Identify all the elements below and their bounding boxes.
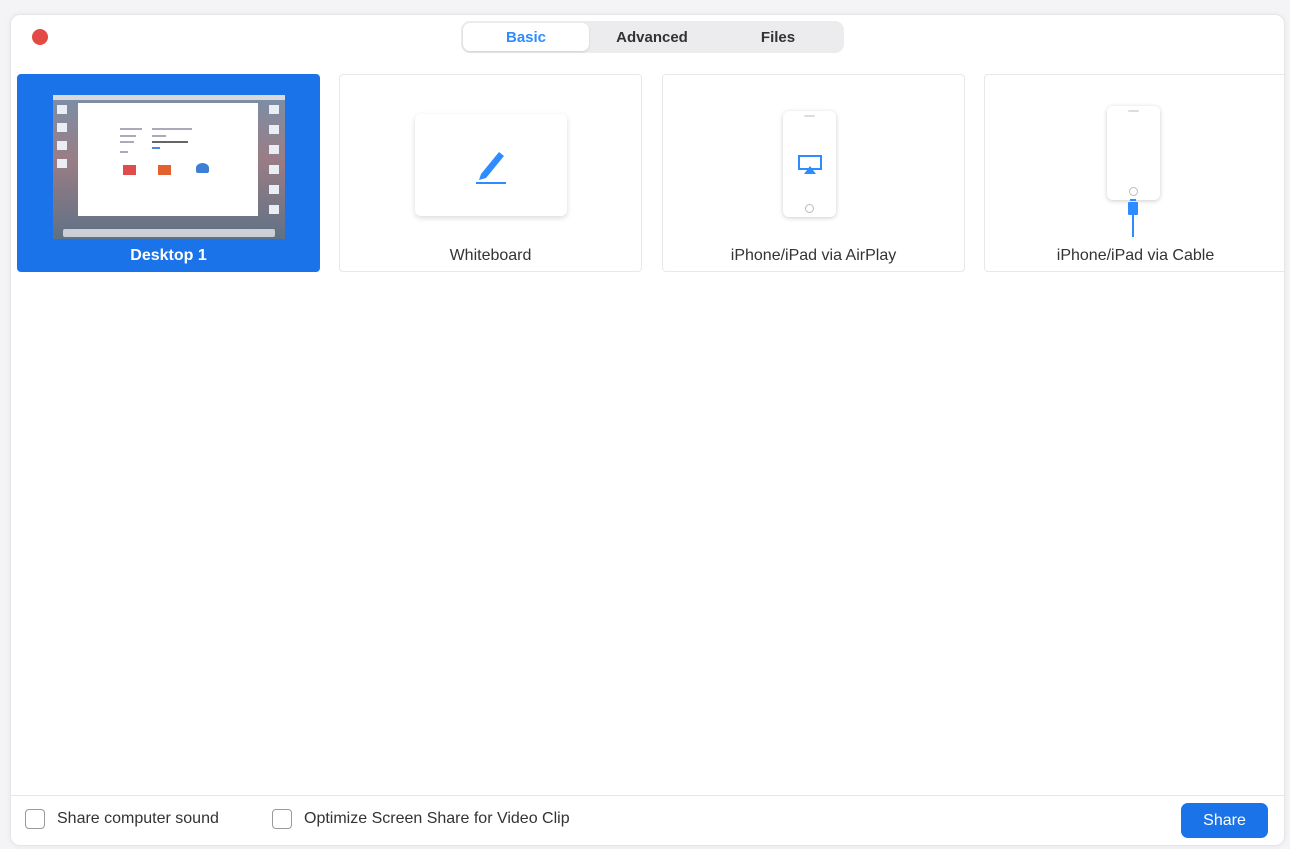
- lightning-cable-icon: [1128, 199, 1138, 237]
- close-window-button[interactable]: [32, 29, 48, 45]
- tab-files[interactable]: Files: [715, 23, 841, 51]
- tab-basic[interactable]: Basic: [463, 23, 589, 51]
- tab-bar: Basic Advanced Files: [461, 21, 844, 53]
- share-option-airplay[interactable]: iPhone/iPad via AirPlay: [662, 74, 965, 272]
- card-label-whiteboard: Whiteboard: [449, 247, 532, 264]
- share-option-whiteboard[interactable]: Whiteboard: [339, 74, 642, 272]
- share-option-cable[interactable]: iPhone/iPad via Cable: [984, 74, 1284, 272]
- card-label-airplay: iPhone/iPad via AirPlay: [730, 247, 897, 264]
- airplay-icon: [798, 155, 822, 174]
- share-option-desktop[interactable]: Desktop 1: [17, 74, 320, 272]
- share-button[interactable]: Share: [1181, 803, 1268, 838]
- desktop-thumbnail: [53, 95, 285, 239]
- checkbox-box[interactable]: [272, 809, 292, 829]
- tab-advanced[interactable]: Advanced: [589, 23, 715, 51]
- share-computer-sound-checkbox[interactable]: Share computer sound: [25, 809, 219, 829]
- card-label-cable: iPhone/iPad via Cable: [1056, 247, 1215, 264]
- share-screen-window: Basic Advanced Files Desktop 1 Whiteboar…: [10, 14, 1285, 846]
- card-label-desktop: Desktop 1: [130, 247, 207, 264]
- optimize-video-clip-checkbox[interactable]: Optimize Screen Share for Video Clip: [272, 809, 570, 829]
- share-computer-sound-label: Share computer sound: [57, 810, 219, 827]
- optimize-video-clip-label: Optimize Screen Share for Video Clip: [304, 810, 570, 827]
- footer-bar: Share computer sound Optimize Screen Sha…: [11, 795, 1284, 845]
- pencil-icon: [476, 152, 506, 184]
- checkbox-box[interactable]: [25, 809, 45, 829]
